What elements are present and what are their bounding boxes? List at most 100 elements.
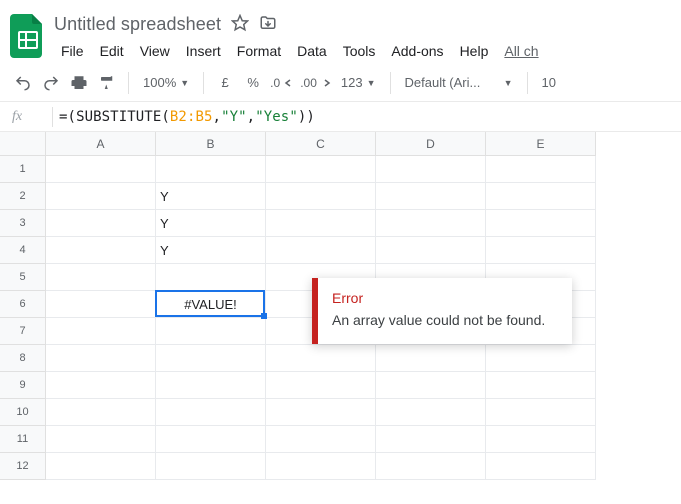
row-header[interactable]: 6: [0, 291, 46, 318]
cell-E4[interactable]: [486, 237, 596, 264]
cell-D10[interactable]: [376, 399, 486, 426]
cell-C11[interactable]: [266, 426, 376, 453]
cell-A4[interactable]: [46, 237, 156, 264]
menu-insert[interactable]: Insert: [179, 39, 228, 63]
menu-tools[interactable]: Tools: [336, 39, 383, 63]
font-size-dropdown[interactable]: 10: [536, 70, 562, 96]
dropdown-caret-icon: ▼: [180, 78, 189, 88]
cell-A2[interactable]: [46, 183, 156, 210]
cell-C12[interactable]: [266, 453, 376, 480]
cell-E3[interactable]: [486, 210, 596, 237]
cell-A12[interactable]: [46, 453, 156, 480]
cell-A9[interactable]: [46, 372, 156, 399]
cell-E8[interactable]: [486, 345, 596, 372]
row-header[interactable]: 4: [0, 237, 46, 264]
cell-E10[interactable]: [486, 399, 596, 426]
menu-data[interactable]: Data: [290, 39, 334, 63]
cell-B4[interactable]: Y: [156, 237, 266, 264]
menu-file[interactable]: File: [54, 39, 91, 63]
cell-C8[interactable]: [266, 345, 376, 372]
col-header[interactable]: B: [156, 132, 266, 156]
cell-D2[interactable]: [376, 183, 486, 210]
cell-D12[interactable]: [376, 453, 486, 480]
fx-fn: SUBSTITUTE: [76, 109, 161, 125]
cell-B6[interactable]: #VALUE!: [156, 291, 266, 318]
row-header[interactable]: 9: [0, 372, 46, 399]
cell-A3[interactable]: [46, 210, 156, 237]
row-header[interactable]: 5: [0, 264, 46, 291]
cell-B8[interactable]: [156, 345, 266, 372]
cell-D11[interactable]: [376, 426, 486, 453]
select-all-corner[interactable]: [0, 132, 46, 156]
row-header[interactable]: 7: [0, 318, 46, 345]
col-header[interactable]: A: [46, 132, 156, 156]
format-percent-button[interactable]: %: [240, 70, 266, 96]
paint-format-icon[interactable]: [94, 70, 120, 96]
move-folder-icon[interactable]: [259, 14, 277, 35]
format-currency-button[interactable]: £: [212, 70, 238, 96]
increase-decimal-button[interactable]: .00: [298, 70, 333, 96]
cell-E12[interactable]: [486, 453, 596, 480]
col-header[interactable]: D: [376, 132, 486, 156]
doc-title[interactable]: Untitled spreadsheet: [54, 14, 221, 35]
cell-A6[interactable]: [46, 291, 156, 318]
cell-C1[interactable]: [266, 156, 376, 183]
cell-D4[interactable]: [376, 237, 486, 264]
cell-B1[interactable]: [156, 156, 266, 183]
cell-C4[interactable]: [266, 237, 376, 264]
number-format-dropdown[interactable]: 123▼: [335, 70, 382, 96]
print-icon[interactable]: [66, 70, 92, 96]
row-header[interactable]: 1: [0, 156, 46, 183]
cell-C9[interactable]: [266, 372, 376, 399]
last-edit-link[interactable]: All ch: [497, 39, 545, 63]
row-header[interactable]: 3: [0, 210, 46, 237]
row-header[interactable]: 8: [0, 345, 46, 372]
cell-B12[interactable]: [156, 453, 266, 480]
cell-D3[interactable]: [376, 210, 486, 237]
row-header[interactable]: 2: [0, 183, 46, 210]
cell-A8[interactable]: [46, 345, 156, 372]
formula-input[interactable]: =(SUBSTITUTE(B2:B5,"Y","Yes")): [59, 109, 315, 125]
cell-D9[interactable]: [376, 372, 486, 399]
cell-C2[interactable]: [266, 183, 376, 210]
cell-D8[interactable]: [376, 345, 486, 372]
spreadsheet-grid[interactable]: A B C D E 12Y3Y4Y56#VALUE!789101112 Erro…: [0, 132, 681, 480]
cell-A7[interactable]: [46, 318, 156, 345]
cell-A5[interactable]: [46, 264, 156, 291]
sheets-logo-icon[interactable]: [8, 12, 48, 60]
row-header[interactable]: 12: [0, 453, 46, 480]
menu-help[interactable]: Help: [453, 39, 496, 63]
cell-B7[interactable]: [156, 318, 266, 345]
cell-E9[interactable]: [486, 372, 596, 399]
cell-A11[interactable]: [46, 426, 156, 453]
undo-icon[interactable]: [10, 70, 36, 96]
cell-E1[interactable]: [486, 156, 596, 183]
col-header[interactable]: C: [266, 132, 376, 156]
star-icon[interactable]: [231, 14, 249, 35]
cell-B10[interactable]: [156, 399, 266, 426]
cell-A1[interactable]: [46, 156, 156, 183]
decrease-decimal-button[interactable]: .0: [268, 70, 296, 96]
fx-text: (: [161, 109, 170, 125]
cell-A10[interactable]: [46, 399, 156, 426]
cell-B3[interactable]: Y: [156, 210, 266, 237]
menu-view[interactable]: View: [133, 39, 177, 63]
col-header[interactable]: E: [486, 132, 596, 156]
cell-D1[interactable]: [376, 156, 486, 183]
cell-B9[interactable]: [156, 372, 266, 399]
cell-C10[interactable]: [266, 399, 376, 426]
font-dropdown[interactable]: Default (Ari...▼: [399, 70, 519, 96]
zoom-dropdown[interactable]: 100%▼: [137, 70, 195, 96]
cell-E2[interactable]: [486, 183, 596, 210]
menu-addons[interactable]: Add-ons: [384, 39, 450, 63]
menu-edit[interactable]: Edit: [93, 39, 131, 63]
cell-C3[interactable]: [266, 210, 376, 237]
cell-B11[interactable]: [156, 426, 266, 453]
redo-icon[interactable]: [38, 70, 64, 96]
cell-B2[interactable]: Y: [156, 183, 266, 210]
row-header[interactable]: 10: [0, 399, 46, 426]
row-header[interactable]: 11: [0, 426, 46, 453]
cell-E11[interactable]: [486, 426, 596, 453]
menu-format[interactable]: Format: [230, 39, 288, 63]
cell-B5[interactable]: [156, 264, 266, 291]
